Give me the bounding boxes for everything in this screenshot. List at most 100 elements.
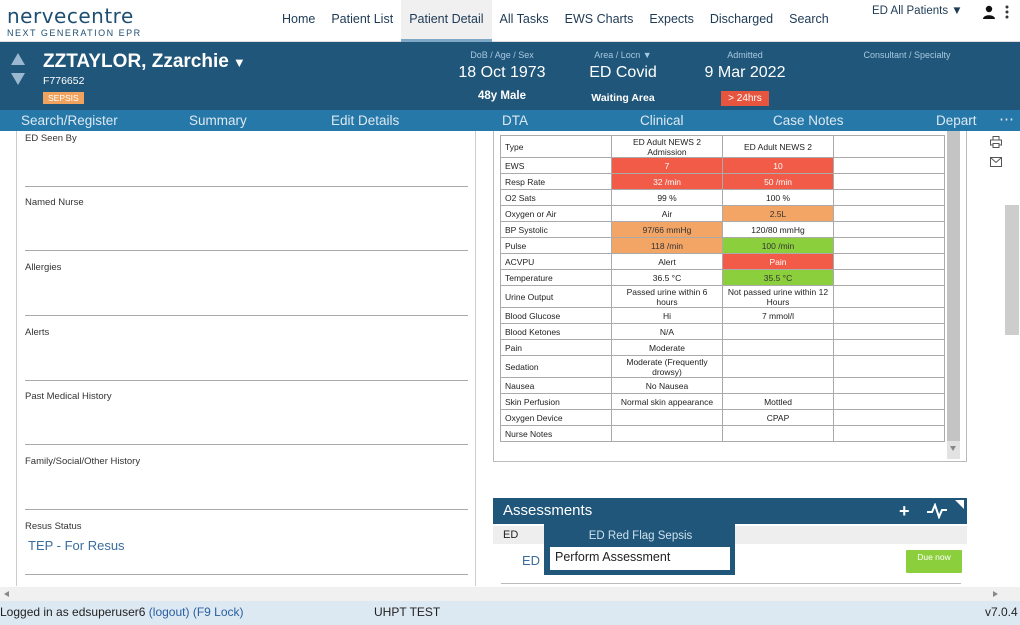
obs-value-cell: 7 — [611, 157, 723, 174]
subnav-depart[interactable]: Depart — [936, 113, 977, 128]
field-named-nurse[interactable]: Named Nurse — [25, 197, 468, 251]
obs-empty-cell — [833, 425, 945, 442]
area-label[interactable]: Area / Locn ▼ — [578, 50, 668, 60]
more-menu-icon[interactable] — [1004, 4, 1010, 20]
obs-row-label: EWS — [500, 157, 612, 174]
observations-table: Type ED Adult NEWS 2 Admission ED Adult NE… — [500, 135, 945, 442]
observations-scrollbar[interactable] — [947, 131, 960, 459]
assessments-title: Assessments — [503, 502, 593, 519]
due-now-button[interactable]: Due now — [906, 550, 962, 573]
age-sex-value: 48y Male — [478, 90, 526, 102]
app-version: v7.0.4 — [985, 605, 1018, 619]
patient-menu-caret-icon[interactable]: ▼ — [233, 55, 246, 70]
print-icon[interactable] — [990, 136, 1002, 148]
patient-name[interactable]: ZZTAYLOR, Zzarchie ▼ — [43, 51, 246, 73]
obs-row: O2 Sats 99 % 100 % — [500, 189, 945, 206]
field-label: Past Medical History — [25, 391, 112, 402]
obs-empty-cell — [833, 135, 945, 158]
nav-home[interactable]: Home — [274, 0, 323, 42]
obs-value-cell: Hi — [611, 307, 723, 324]
observations-panel: Type ED Adult NEWS 2 Admission ED Adult NE… — [493, 131, 967, 462]
nav-expects[interactable]: Expects — [641, 0, 701, 42]
subnav-dta[interactable]: DTA — [502, 113, 528, 128]
nav-all-tasks[interactable]: All Tasks — [492, 0, 557, 42]
email-icon[interactable] — [990, 157, 1002, 167]
field-label: ED Seen By — [25, 133, 77, 144]
lock-link[interactable]: (F9 Lock) — [193, 605, 244, 619]
obs-row-label: Oxygen or Air — [500, 205, 612, 222]
patient-banner: ZZTAYLOR, Zzarchie ▼ F776652 SEPSIS DoB /… — [0, 42, 1020, 110]
nav-search[interactable]: Search — [781, 0, 837, 42]
ward-selector[interactable]: ED All Patients ▼ — [872, 5, 963, 17]
obs-value-cell — [722, 355, 834, 378]
obs-row: ACVPU Alert Pain — [500, 253, 945, 270]
top-navigation-bar: nervecentre NEXT GENERATION EPR Home Pat… — [0, 0, 1020, 42]
obs-row-label: Type — [500, 135, 612, 158]
obs-empty-cell — [833, 393, 945, 410]
dob-value: 18 Oct 1973 — [458, 64, 546, 81]
page-scrollbar-thumb[interactable] — [1005, 205, 1019, 335]
field-resus-status[interactable]: Resus Status TEP - For Resus — [25, 521, 468, 575]
subnav-search-register[interactable]: Search/Register — [21, 113, 118, 128]
nav-patient-detail[interactable]: Patient Detail — [401, 0, 492, 42]
obs-empty-cell — [833, 339, 945, 356]
obs-empty-cell — [833, 221, 945, 238]
area-value: ED Covid — [589, 64, 657, 81]
perform-assessment-menu-item[interactable]: Perform Assessment — [550, 547, 730, 570]
obs-value-cell: 2.5L — [722, 205, 834, 222]
scroll-down-arrow-icon[interactable] — [950, 446, 956, 451]
obs-value-cell: Normal skin appearance — [611, 393, 723, 410]
obs-value-cell: No Nausea — [611, 377, 723, 394]
logout-link[interactable]: (logout) — [149, 605, 190, 619]
resus-status-link[interactable]: TEP - For Resus — [28, 538, 468, 553]
nav-ews-charts[interactable]: EWS Charts — [557, 0, 642, 42]
nervecentre-logo[interactable]: nervecentre NEXT GENERATION EPR — [7, 5, 142, 38]
obs-row-label: Temperature — [500, 269, 612, 286]
expand-corner-icon[interactable] — [955, 500, 964, 509]
admitted-value: 9 Mar 2022 — [704, 64, 786, 81]
obs-row-label: Blood Ketones — [500, 323, 612, 340]
obs-row: Oxygen Device CPAP — [500, 409, 945, 426]
subnav-edit-details[interactable]: Edit Details — [331, 113, 399, 128]
add-assessment-icon[interactable]: + — [899, 501, 910, 522]
obs-value-cell: Alert — [611, 253, 723, 270]
obs-value-cell — [722, 323, 834, 340]
nav-patient-list[interactable]: Patient List — [323, 0, 401, 42]
obs-value-cell: Mottled — [722, 393, 834, 410]
next-patient-icon[interactable] — [11, 73, 25, 85]
subnav-summary[interactable]: Summary — [189, 113, 247, 128]
obs-value-cell: ED Adult NEWS 2 Admission — [611, 135, 723, 158]
previous-patient-icon[interactable] — [11, 53, 25, 65]
subnav-case-notes[interactable]: Case Notes — [773, 113, 844, 128]
obs-empty-cell — [833, 377, 945, 394]
field-label: Resus Status — [25, 521, 82, 532]
field-past-medical-history[interactable]: Past Medical History — [25, 391, 468, 445]
field-label: Alerts — [25, 327, 50, 338]
obs-value-cell: Passed urine within 6 hours — [611, 285, 723, 308]
scroll-left-arrow-icon[interactable] — [4, 591, 9, 597]
observations-scrollbar-thumb[interactable] — [947, 131, 960, 441]
obs-empty-cell — [833, 253, 945, 270]
obs-value-cell — [611, 425, 723, 442]
main-nav: Home Patient List Patient Detail All Tas… — [274, 0, 837, 42]
patient-details-form: ED Seen By Named Nurse Allergies Alerts … — [16, 131, 476, 586]
obs-row: Type ED Adult NEWS 2 Admission ED Adult NE… — [500, 135, 945, 158]
obs-row-label: Nurse Notes — [500, 425, 612, 442]
obs-empty-cell — [833, 173, 945, 190]
field-allergies[interactable]: Allergies — [25, 262, 468, 316]
obs-value-cell: ED Adult NEWS 2 — [722, 135, 834, 158]
subnav-more-icon[interactable]: ⋯ — [999, 110, 1015, 128]
field-alerts[interactable]: Alerts — [25, 327, 468, 381]
nav-discharged[interactable]: Discharged — [702, 0, 781, 42]
scroll-right-arrow-icon[interactable] — [993, 591, 998, 597]
user-icon[interactable] — [982, 5, 996, 19]
horizontal-scrollbar[interactable] — [0, 587, 1020, 601]
obs-value-cell: 118 /min — [611, 237, 723, 254]
obs-row-label: Resp Rate — [500, 173, 612, 190]
subnav-clinical[interactable]: Clinical — [640, 113, 684, 128]
assessment-item-link[interactable]: ED — [522, 553, 540, 568]
field-ed-seen-by[interactable]: ED Seen By — [25, 133, 468, 187]
dob-label: DoB / Age / Sex — [470, 50, 534, 60]
field-family-social-history[interactable]: Family/Social/Other History — [25, 456, 468, 510]
activity-chart-icon[interactable] — [926, 503, 948, 519]
